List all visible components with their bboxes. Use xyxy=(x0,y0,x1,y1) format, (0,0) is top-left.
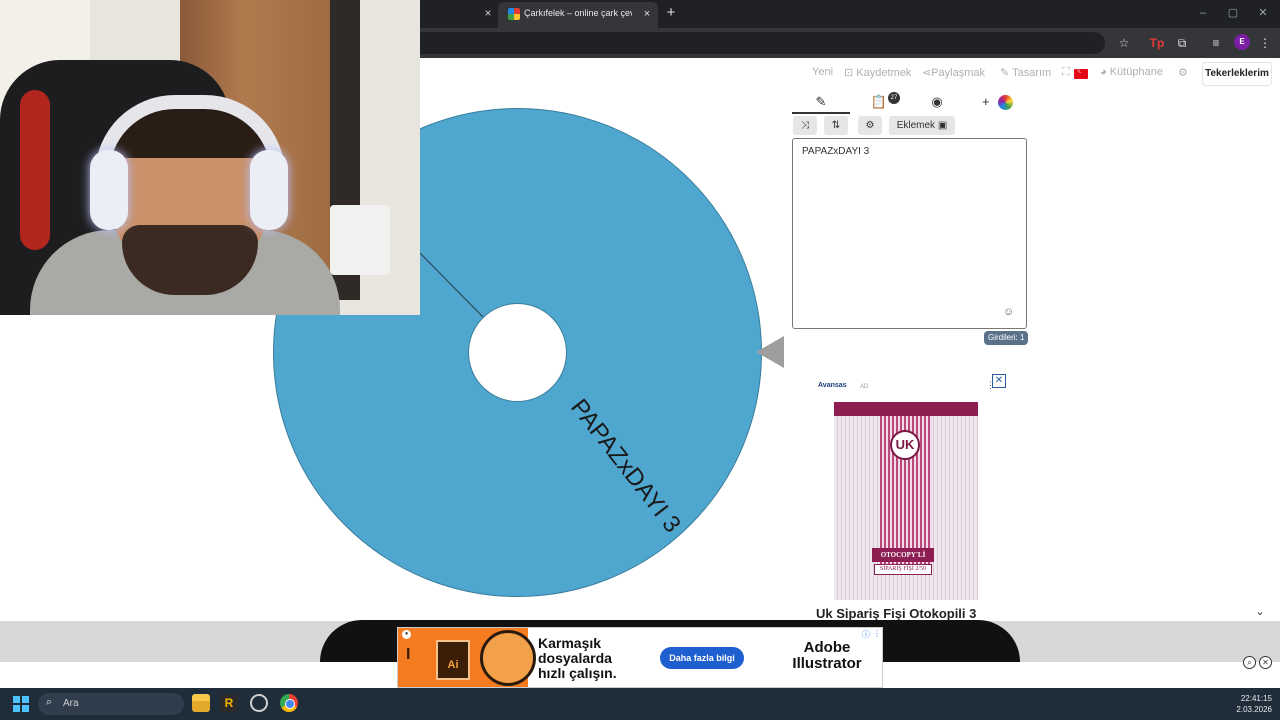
ad-close-icon[interactable]: ✕ xyxy=(992,374,1006,388)
minimize-icon[interactable]: – xyxy=(1196,6,1210,20)
nav-save[interactable]: ⊡ Kaydetmek xyxy=(844,66,911,79)
system-clock[interactable]: 22:41:15 2.03.2026 xyxy=(1226,693,1272,715)
banner-headline: Karmaşık dosyalarda hızlı çalışın. xyxy=(538,635,617,681)
r-app-icon[interactable]: R xyxy=(220,694,238,712)
close-window-icon[interactable]: ✕ xyxy=(1256,6,1270,20)
radiator xyxy=(330,205,390,275)
new-tab-icon[interactable]: + xyxy=(662,4,680,22)
globe-icon: ◕ xyxy=(1100,66,1107,78)
shuffle-button[interactable]: ⤨ xyxy=(793,116,817,135)
bookmark-star-icon[interactable]: ☆ xyxy=(1116,35,1132,51)
settings-small-icon[interactable]: ⚙ xyxy=(1178,66,1188,79)
results-count-badge: 27 xyxy=(888,92,900,104)
pencil-icon: ✎ xyxy=(815,94,827,109)
advanced-button[interactable]: ⚙ xyxy=(858,116,882,135)
settings-icon: ⚙ xyxy=(865,120,875,131)
banner-brand: Adobe Illustrator xyxy=(792,639,862,672)
tab-title: Çarkıfelek – online çark çevirme xyxy=(524,8,632,18)
profile-avatar[interactable]: E xyxy=(1234,34,1250,50)
wheel-center[interactable] xyxy=(468,303,567,402)
menu-kebab-icon[interactable]: ⋮ xyxy=(1257,35,1273,51)
nav-design-label: Tasarım xyxy=(1012,67,1052,79)
favicon-icon xyxy=(508,8,520,20)
close-float-icon[interactable]: ✕ xyxy=(1259,656,1272,669)
banner-art-circle xyxy=(480,630,536,686)
nav-new[interactable]: Yeni xyxy=(812,66,833,78)
file-explorer-icon[interactable] xyxy=(192,694,210,712)
chevron-down-icon[interactable]: ⌄ xyxy=(1253,605,1267,619)
clock-date: 2.03.2026 xyxy=(1236,705,1272,714)
language-flag-icon[interactable] xyxy=(1074,66,1088,79)
zoom-icon[interactable]: ⌕ xyxy=(1243,656,1256,669)
share-icon: ⋖ xyxy=(922,67,932,79)
emoji-icon[interactable]: ☺ xyxy=(1003,306,1015,318)
shuffle-icon: ⤨ xyxy=(801,120,809,131)
product-image[interactable]: UK OTOCOPY'Lİ SİPARİŞ FİŞİ 2/50 xyxy=(834,402,978,600)
chrome-icon[interactable] xyxy=(280,694,298,712)
learn-more-button[interactable]: Daha fazla bilgi xyxy=(660,647,744,669)
product-top-band xyxy=(834,402,978,416)
nav-library[interactable]: ◕ Kütüphane xyxy=(1100,66,1163,78)
windows-taskbar: ⌕ Ara R 22:41:15 2.03.2026 xyxy=(0,688,1280,720)
my-wheels-button[interactable]: Tekerleklerim xyxy=(1202,62,1272,86)
add-image-button[interactable]: Eklemek ▣ xyxy=(889,116,955,135)
entries-count-badge: Girdileri: 1 xyxy=(984,331,1029,345)
windows-start-icon[interactable] xyxy=(13,696,29,712)
media-controls-icon[interactable]: ≡ xyxy=(1208,35,1224,51)
clock-time: 22:41:15 xyxy=(1240,694,1272,703)
tab-hidden[interactable]: ◉ xyxy=(908,90,966,114)
fullscreen-icon[interactable]: ⛶ xyxy=(1062,66,1070,79)
tab-edit[interactable]: ✎ xyxy=(792,90,850,114)
product-logo: UK xyxy=(890,430,920,460)
app-circle-icon[interactable] xyxy=(250,694,268,712)
banner-advertisement[interactable]: I Ai ● Karmaşık dosyalarda hızlı çalışın… xyxy=(397,627,883,688)
text-cursor-icon: I xyxy=(406,646,411,663)
headphones-left-cup xyxy=(90,150,128,230)
clipboard-icon: 📋 xyxy=(870,94,888,109)
nav-share[interactable]: ⋖Paylaşmak xyxy=(922,66,985,79)
banner-art: I Ai ● xyxy=(398,628,536,687)
nav-save-label: Kaydetmek xyxy=(856,67,912,79)
nav-design[interactable]: ✎ Tasarım xyxy=(1000,66,1051,79)
previous-tab-close-icon[interactable]: × xyxy=(480,5,496,21)
headphones-right-cup xyxy=(250,150,288,230)
ad-label: AD xyxy=(860,384,869,390)
chair-accent xyxy=(20,90,50,250)
taskbar-search-placeholder: Ara xyxy=(63,698,79,709)
side-advertisement[interactable]: Avansas AD ⋮ ✕ UK OTOCOPY'Lİ SİPARİŞ FİŞ… xyxy=(808,374,1006,626)
eye-slash-icon: ◉ xyxy=(931,94,943,109)
tab-close-icon[interactable]: × xyxy=(640,7,654,21)
tab-carkifelek[interactable]: Çarkıfelek – online çark çevirme × xyxy=(498,2,658,28)
product-label: OTOCOPY'Lİ xyxy=(872,548,934,562)
wheel-pointer-icon xyxy=(756,336,784,368)
illustrator-file-icon: Ai xyxy=(436,640,470,680)
editor-tabs: ✎ 📋 ◉ + xyxy=(792,90,1028,114)
ad-product-title[interactable]: Uk Sipariş Fişi Otokopili 3 xyxy=(816,606,976,621)
entry-line: PAPAZxDAYI 3 xyxy=(802,146,870,157)
pencil-small-icon: ✎ xyxy=(1000,67,1010,79)
taskbar-search[interactable]: ⌕ Ara xyxy=(38,693,184,715)
entries-textarea[interactable]: PAPAZxDAYI 3 xyxy=(792,138,1027,329)
tab-results[interactable]: 📋 xyxy=(850,90,908,114)
plus-icon: + xyxy=(982,94,990,109)
adchoice-lock-icon: ● xyxy=(402,630,411,639)
maximize-icon[interactable]: ▢ xyxy=(1226,6,1240,20)
extension-tp-icon[interactable]: Tp xyxy=(1149,35,1165,51)
banner-close-icon[interactable]: ⋮ xyxy=(873,629,881,638)
ad-brand-logo: Avansas xyxy=(818,382,847,389)
search-icon: ⌕ xyxy=(46,696,53,708)
sort-button[interactable]: ⇅ xyxy=(824,116,848,135)
save-icon: ⊡ xyxy=(844,67,854,79)
sort-icon: ⇅ xyxy=(831,120,841,131)
adchoices-icon[interactable]: ⓘ xyxy=(862,629,870,640)
product-sublabel: SİPARİŞ FİŞİ 2/50 xyxy=(874,564,932,575)
extensions-puzzle-icon[interactable]: ⧉ xyxy=(1174,35,1190,51)
nav-library-label: Kütüphane xyxy=(1109,66,1163,78)
tab-add-color[interactable]: + xyxy=(966,90,1024,114)
image-icon: ▣ xyxy=(937,120,948,131)
webcam-overlay xyxy=(0,0,420,315)
add-image-label: Eklemek xyxy=(896,120,936,131)
color-wheel-icon[interactable] xyxy=(998,95,1013,110)
nav-share-label: Paylaşmak xyxy=(931,67,986,79)
